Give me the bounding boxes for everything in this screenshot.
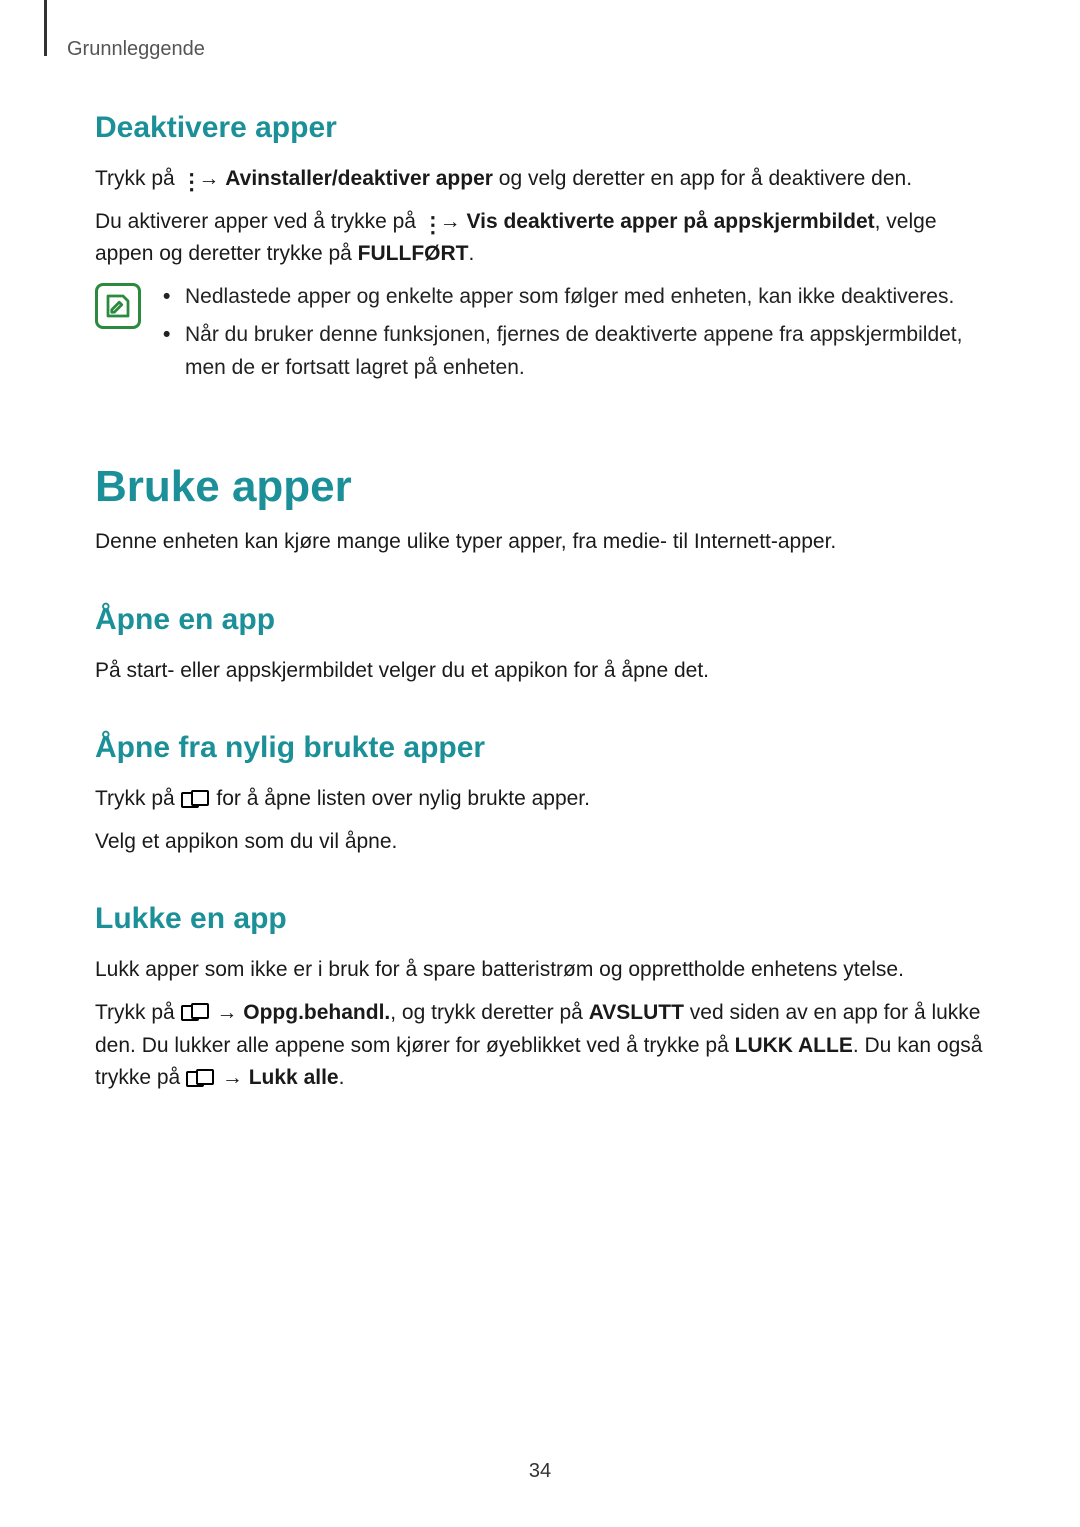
text-fragment: og velg deretter en app for å deaktivere… [493, 167, 912, 190]
note-block: Nedlastede apper og enkelte apper som fø… [95, 281, 985, 391]
recent-apps-icon [181, 788, 211, 808]
more-options-icon [181, 167, 193, 187]
heading-bruke-apper: Bruke apper [95, 462, 985, 512]
para-apne-en-app: På start- eller appskjermbildet velger d… [95, 655, 985, 688]
bold-show-deactivated: Vis deaktiverte apper på appskjermbildet [467, 210, 875, 233]
text-fragment: Trykk på [95, 1001, 181, 1024]
bold-oppg-behandl: Oppg.behandl. [243, 1001, 390, 1024]
text-fragment: → [216, 1066, 249, 1089]
para-close-2: Trykk på → Oppg.behandl., og trykk deret… [95, 997, 985, 1095]
text-fragment: Du aktiverer apper ved å trykke på [95, 210, 422, 233]
text-fragment: , og trykk deretter på [390, 1001, 588, 1024]
para-close-1: Lukk apper som ikke er i bruk for å spar… [95, 954, 985, 987]
note-item: Nedlastede apper og enkelte apper som fø… [163, 281, 985, 314]
bold-uninstall-deactivate: Avinstaller/deaktiver apper [225, 167, 493, 190]
recent-apps-icon [181, 1001, 211, 1021]
page-number: 34 [0, 1460, 1080, 1483]
text-fragment: → [211, 1001, 244, 1024]
heading-lukke-en-app: Lukke en app [95, 902, 985, 936]
bold-avslutt: AVSLUTT [589, 1001, 684, 1024]
para-deactivate-2: Du aktiverer apper ved å trykke på → Vis… [95, 206, 985, 271]
text-fragment: Trykk på [95, 787, 181, 810]
heading-apne-en-app: Åpne en app [95, 603, 985, 637]
para-bruke-apper: Denne enheten kan kjøre mange ulike type… [95, 526, 985, 559]
recent-apps-icon [186, 1067, 216, 1087]
header-accent-rule [44, 0, 47, 56]
breadcrumb: Grunnleggende [67, 38, 985, 61]
text-fragment: . [468, 242, 474, 265]
bold-lukk-alle-caps: LUKK ALLE [735, 1034, 853, 1057]
heading-deaktivere-apper: Deaktivere apper [95, 111, 985, 145]
text-fragment: Trykk på [95, 167, 181, 190]
bold-lukk-alle: Lukk alle [249, 1066, 339, 1089]
more-options-icon [422, 210, 434, 230]
page-content: Grunnleggende Deaktivere apper Trykk på … [0, 0, 1080, 1095]
note-icon [95, 283, 141, 329]
para-recents-1: Trykk på for å åpne listen over nylig br… [95, 783, 985, 816]
bold-fullfort: FULLFØRT [358, 242, 469, 265]
note-list: Nedlastede apper og enkelte apper som fø… [163, 281, 985, 391]
para-deactivate-1: Trykk på → Avinstaller/deaktiver apper o… [95, 163, 985, 196]
heading-apne-fra-nylig: Åpne fra nylig brukte apper [95, 731, 985, 765]
text-fragment: . [339, 1066, 345, 1089]
text-fragment: for å åpne listen over nylig brukte appe… [211, 787, 590, 810]
note-item: Når du bruker denne funksjonen, fjernes … [163, 319, 985, 384]
para-recents-2: Velg et appikon som du vil åpne. [95, 826, 985, 859]
